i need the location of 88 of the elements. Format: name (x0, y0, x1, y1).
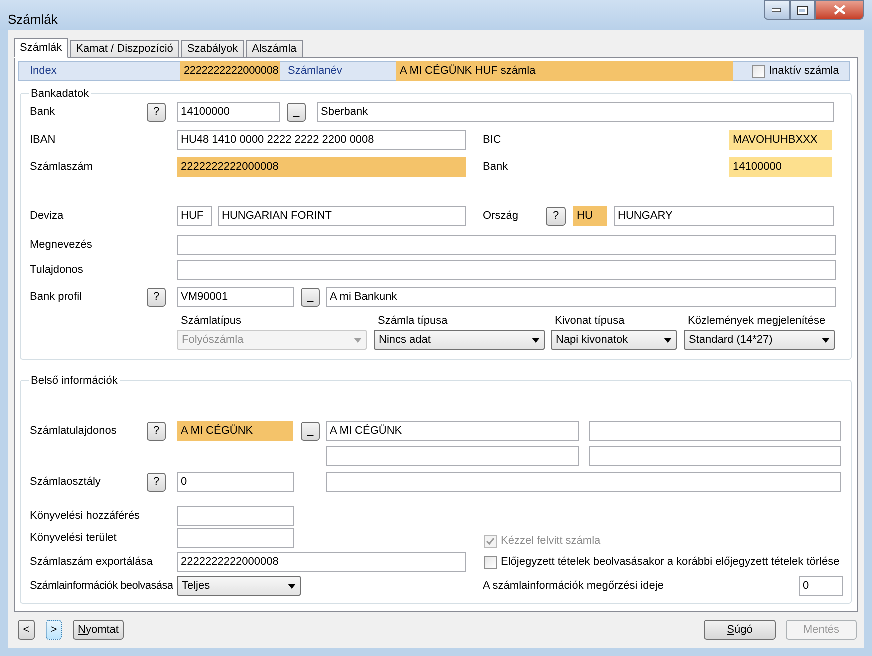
text-field[interactable]: HU48 1410 0000 2222 2222 2200 0008 (177, 130, 466, 150)
text-field[interactable]: HU (573, 206, 607, 226)
browse-button[interactable]: _ (287, 102, 306, 122)
caret-icon (354, 338, 362, 342)
text-field[interactable] (589, 421, 841, 441)
text-field[interactable]: A MI CÉGÜNK HUF számla (396, 61, 733, 81)
browse-button[interactable]: _ (301, 288, 320, 306)
field-label: Index (30, 64, 58, 79)
text-field[interactable]: HUNGARIAN FORINT (218, 206, 466, 226)
help-button[interactable]: ? (147, 288, 166, 306)
close-icon (834, 5, 846, 15)
field-label: Könyvelési terület (30, 530, 118, 546)
check-icon (486, 536, 495, 546)
minimize-button[interactable] (764, 0, 790, 20)
checkbox-label: Inaktív számla (769, 64, 840, 79)
text-field[interactable]: 14100000 (729, 157, 832, 177)
field-label: Számlaosztály (30, 474, 102, 490)
text-field[interactable]: A mi Bankunk (326, 287, 836, 307)
tab[interactable]: Szabályok (181, 40, 244, 58)
text-field[interactable]: Sberbank (317, 102, 834, 122)
field-label: Közlemények megjelenítése (687, 314, 827, 328)
help-button[interactable]: ? (147, 472, 166, 492)
text-field[interactable] (589, 446, 841, 466)
help-button[interactable]: Súgó (704, 620, 776, 640)
field-label: Bank (483, 160, 510, 175)
field-label: Számlatulajdonos (30, 424, 118, 439)
field-label: Számlatípus (180, 314, 243, 328)
field-label: IBAN (30, 132, 57, 148)
caret-icon (532, 338, 540, 342)
window-title: Számlák (8, 11, 58, 29)
close-button[interactable] (815, 0, 864, 20)
dropdown[interactable]: Napi kivonatok (551, 330, 677, 350)
next-button[interactable]: > (46, 620, 62, 640)
field-label: Megnevezés (30, 238, 94, 253)
field-label: Számlanév (288, 64, 344, 79)
text-field[interactable]: 0 (177, 472, 294, 492)
tab[interactable]: Kamat / Diszpozíció (70, 40, 180, 58)
field-label: Deviza (30, 208, 65, 224)
tab[interactable]: Számlák (14, 38, 68, 58)
text-field[interactable]: A MI CÉGÜNK (177, 421, 293, 441)
text-field[interactable] (177, 260, 836, 280)
text-field[interactable]: 0 (799, 576, 843, 596)
field-label: A számlainformációk megőrzési ideje (483, 578, 665, 594)
tab[interactable]: Alszámla (246, 40, 303, 58)
text-field[interactable] (326, 472, 841, 492)
text-field[interactable]: 2222222222000008 (180, 61, 280, 81)
text-field[interactable]: VM90001 (177, 287, 294, 307)
field-label: Ország (483, 208, 520, 224)
dropdown[interactable]: Standard (14*27) (684, 330, 835, 350)
field-label: BIC (483, 132, 502, 148)
field-label: Számlaszám (30, 160, 94, 175)
caret-icon (664, 338, 672, 342)
text-field[interactable] (177, 528, 294, 548)
text-field[interactable]: MAVOHUHBXXX (729, 130, 832, 150)
text-field[interactable]: 14100000 (177, 102, 280, 122)
checkbox-label: Előjegyzett tételek beolvasásakor a korábbi előjegyzett tételek törlése (501, 554, 840, 570)
text-field[interactable]: HUNGARY (614, 206, 834, 226)
previous-button[interactable]: < (18, 620, 35, 640)
print-button[interactable]: Nyomtat (73, 620, 124, 640)
text-field[interactable] (326, 446, 579, 466)
field-label: Könyvelési hozzáférés (30, 508, 142, 524)
text-field[interactable]: HUF (177, 206, 212, 226)
field-label: Kivonat típusa (554, 314, 626, 328)
maximize-button[interactable] (790, 0, 815, 20)
dropdown[interactable]: Nincs adat (374, 330, 545, 350)
caret-icon (288, 584, 296, 588)
checkbox[interactable] (484, 556, 497, 568)
maximize-icon (797, 6, 808, 14)
field-label: Számlainformációk beolvasása (30, 578, 174, 594)
help-button[interactable]: ? (147, 422, 166, 440)
help-button[interactable]: ? (147, 102, 166, 122)
text-field[interactable]: 2222222222000008 (177, 157, 466, 177)
field-label: Számla típusa (377, 314, 449, 328)
field-label: Bank profil (30, 290, 83, 305)
field-label: Tulajdonos (30, 262, 84, 278)
text-field[interactable] (177, 235, 836, 255)
caret-icon (822, 338, 830, 342)
text-field[interactable] (177, 506, 294, 526)
dropdown[interactable]: Teljes (177, 576, 301, 596)
checkbox-label: Kézzel felvitt számla (501, 534, 601, 549)
field-label: Számlaszám exportálása (30, 554, 154, 570)
field-label: Bank (30, 104, 56, 120)
checkbox[interactable] (752, 64, 765, 78)
minimize-icon (772, 8, 782, 12)
text-field[interactable]: 2222222222000008 (177, 552, 466, 572)
help-button[interactable]: ? (546, 206, 566, 226)
text-field[interactable]: A MI CÉGÜNK (326, 421, 579, 441)
browse-button[interactable]: _ (301, 422, 320, 440)
